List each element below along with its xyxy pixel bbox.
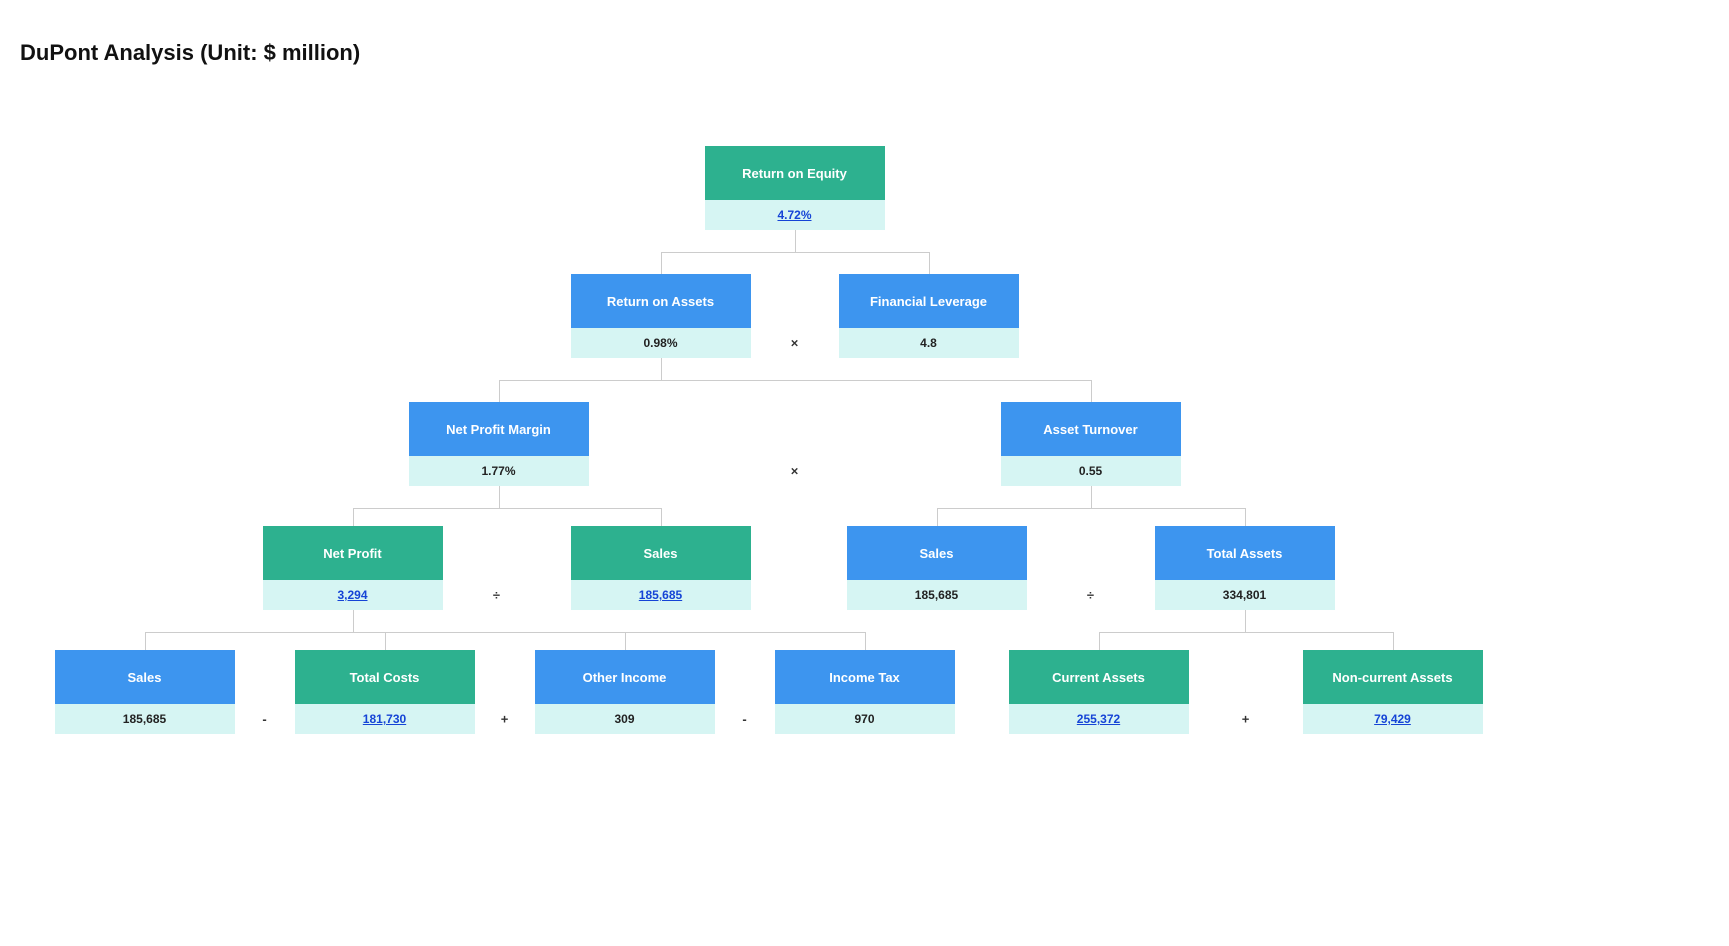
node-value-link[interactable]: 255,372: [1009, 704, 1189, 734]
node-header: Return on Assets: [571, 274, 751, 328]
node-value: 0.55: [1001, 456, 1181, 486]
dupont-diagram: Return on Equity 4.72% Return on Assets …: [25, 126, 1705, 926]
node-financial-leverage: Financial Leverage 4.8: [839, 274, 1019, 358]
connector: [661, 358, 662, 380]
connector: [795, 230, 796, 252]
node-current-assets: Current Assets 255,372: [1009, 650, 1189, 734]
node-header: Sales: [847, 526, 1027, 580]
connector: [1245, 508, 1246, 526]
operator-divide: ÷: [493, 588, 500, 603]
connector: [145, 632, 865, 633]
node-value-link[interactable]: 185,685: [571, 580, 751, 610]
operator-minus: -: [262, 712, 266, 727]
operator-multiply: ×: [791, 336, 799, 351]
node-header: Total Assets: [1155, 526, 1335, 580]
node-value: 4.8: [839, 328, 1019, 358]
connector: [353, 508, 661, 509]
node-value: 334,801: [1155, 580, 1335, 610]
operator-divide: ÷: [1087, 588, 1094, 603]
connector: [1091, 486, 1092, 508]
node-non-current-assets: Non-current Assets 79,429: [1303, 650, 1483, 734]
node-sales-1: Sales 185,685: [571, 526, 751, 610]
node-income-tax: Income Tax 970: [775, 650, 955, 734]
node-header: Other Income: [535, 650, 715, 704]
node-header: Current Assets: [1009, 650, 1189, 704]
connector: [625, 632, 626, 650]
connector: [1393, 632, 1394, 650]
node-header: Sales: [571, 526, 751, 580]
node-header: Asset Turnover: [1001, 402, 1181, 456]
node-net-profit: Net Profit 3,294: [263, 526, 443, 610]
node-value: 970: [775, 704, 955, 734]
node-other-income: Other Income 309: [535, 650, 715, 734]
node-value: 309: [535, 704, 715, 734]
node-header: Income Tax: [775, 650, 955, 704]
operator-plus: +: [1242, 712, 1250, 727]
node-header: Sales: [55, 650, 235, 704]
node-value: 185,685: [55, 704, 235, 734]
page-title: DuPont Analysis (Unit: $ million): [20, 40, 1709, 66]
connector: [353, 610, 354, 632]
node-header: Financial Leverage: [839, 274, 1019, 328]
node-header: Return on Equity: [705, 146, 885, 200]
connector: [499, 486, 500, 508]
connector: [661, 508, 662, 526]
node-total-costs: Total Costs 181,730: [295, 650, 475, 734]
connector: [1091, 380, 1092, 402]
connector: [1245, 610, 1246, 632]
connector: [937, 508, 1245, 509]
node-total-assets: Total Assets 334,801: [1155, 526, 1335, 610]
connector: [661, 252, 662, 274]
node-sales-3: Sales 185,685: [55, 650, 235, 734]
connector: [499, 380, 1091, 381]
connector: [865, 632, 866, 650]
node-value: 0.98%: [571, 328, 751, 358]
node-header: Total Costs: [295, 650, 475, 704]
operator-plus: +: [501, 712, 509, 727]
node-roe: Return on Equity 4.72%: [705, 146, 885, 230]
node-net-profit-margin: Net Profit Margin 1.77%: [409, 402, 589, 486]
connector: [385, 632, 386, 650]
node-value-link[interactable]: 181,730: [295, 704, 475, 734]
connector: [499, 380, 500, 402]
connector: [929, 252, 930, 274]
connector: [353, 508, 354, 526]
node-roa: Return on Assets 0.98%: [571, 274, 751, 358]
node-value: 185,685: [847, 580, 1027, 610]
operator-minus: -: [742, 712, 746, 727]
node-asset-turnover: Asset Turnover 0.55: [1001, 402, 1181, 486]
node-value-link[interactable]: 3,294: [263, 580, 443, 610]
node-value: 1.77%: [409, 456, 589, 486]
connector: [1099, 632, 1100, 650]
node-sales-2: Sales 185,685: [847, 526, 1027, 610]
connector: [937, 508, 938, 526]
node-value-link[interactable]: 79,429: [1303, 704, 1483, 734]
node-header: Net Profit: [263, 526, 443, 580]
node-value-link[interactable]: 4.72%: [705, 200, 885, 230]
connector: [1099, 632, 1393, 633]
node-header: Net Profit Margin: [409, 402, 589, 456]
connector: [145, 632, 146, 650]
operator-multiply: ×: [791, 464, 799, 479]
connector: [661, 252, 929, 253]
node-header: Non-current Assets: [1303, 650, 1483, 704]
